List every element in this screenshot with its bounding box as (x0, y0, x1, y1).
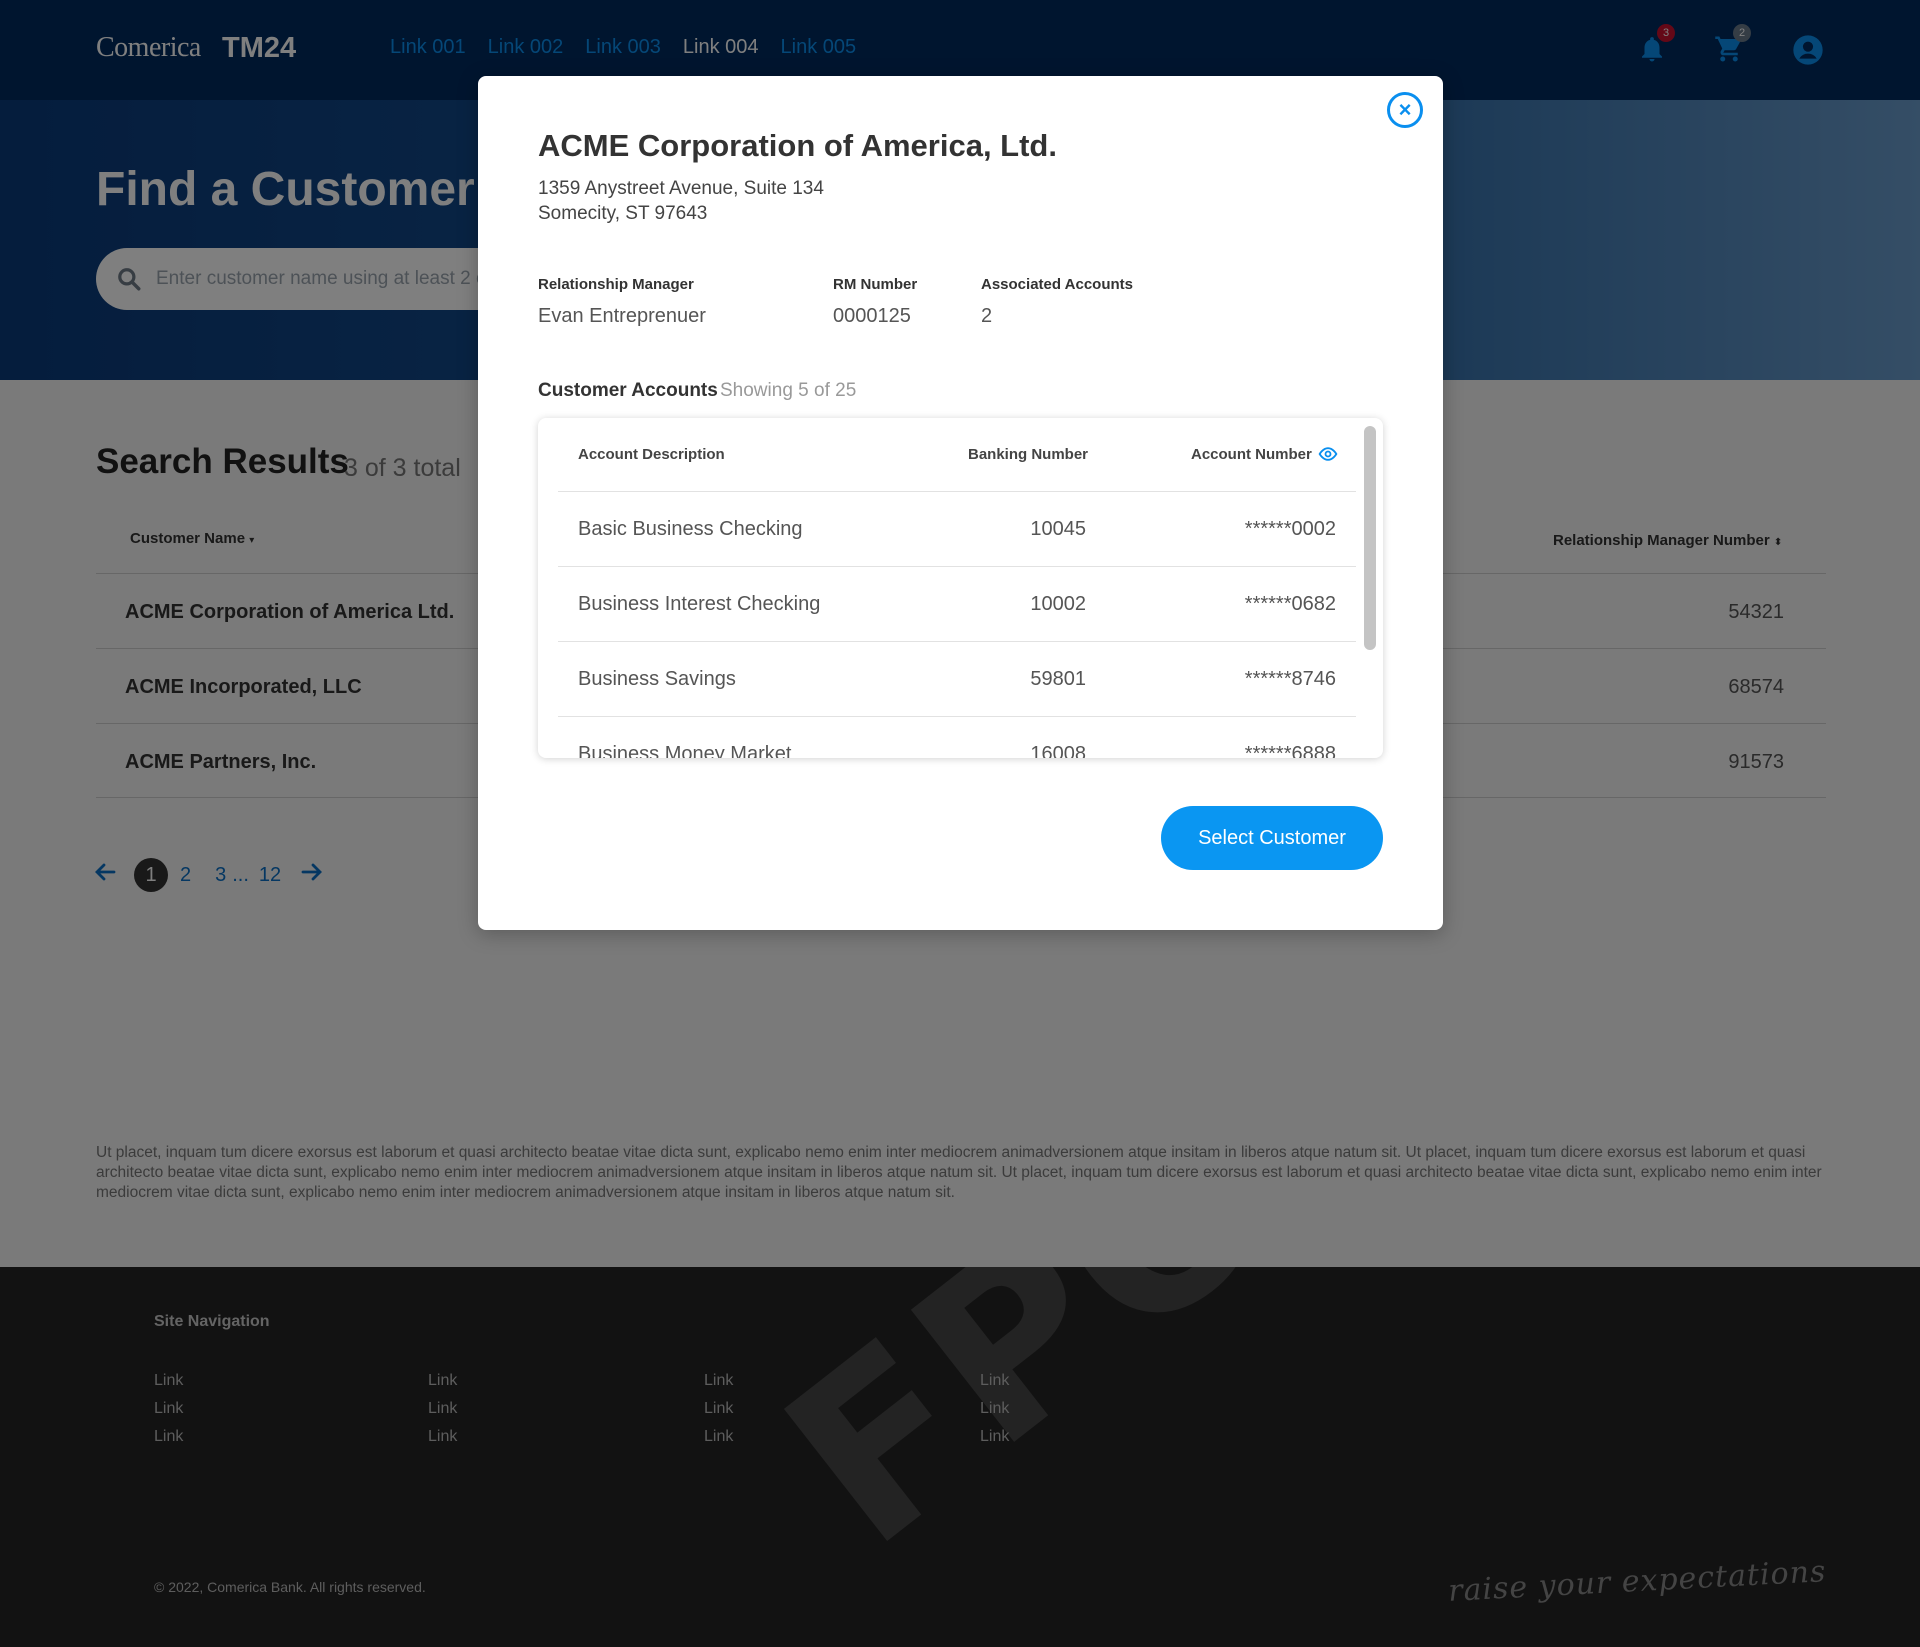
accounts-table-header: Account Description Banking Number Accou… (538, 418, 1383, 491)
rm-number-value: 0000125 (833, 305, 911, 327)
banking-number: 16008 (1030, 743, 1086, 758)
customer-detail-modal: × ACME Corporation of America, Ltd. 1359… (478, 76, 1443, 930)
select-customer-button[interactable]: Select Customer (1161, 806, 1383, 870)
associated-accounts-label: Associated Accounts (981, 276, 1133, 293)
customer-accounts-count: Showing 5 of 25 (720, 380, 857, 401)
banking-number: 59801 (1030, 668, 1086, 690)
address-line-1: 1359 Anystreet Avenue, Suite 134 (538, 178, 824, 199)
relationship-manager-value: Evan Entreprenuer (538, 305, 706, 327)
customer-accounts-title: Customer Accounts (538, 380, 718, 401)
associated-accounts-value: 2 (981, 305, 993, 327)
address-line-2: Somecity, ST 97643 (538, 203, 708, 224)
banking-number: 10002 (1030, 593, 1086, 615)
account-row[interactable]: Business Savings 59801 ******8746 (558, 641, 1356, 716)
account-description-header: Account Description (578, 446, 725, 463)
account-description: Business Interest Checking (578, 593, 821, 615)
account-row[interactable]: Basic Business Checking 10045 ******0002 (558, 491, 1356, 566)
accounts-scrollbar[interactable] (1364, 426, 1376, 650)
rm-number-label: RM Number (833, 276, 918, 293)
company-name: ACME Corporation of America, Ltd. (538, 128, 1057, 163)
account-number: ******8746 (1244, 668, 1336, 690)
account-row[interactable]: Business Interest Checking 10002 ******0… (558, 566, 1356, 641)
account-number: ******6888 (1244, 743, 1336, 758)
accounts-table[interactable]: Account Description Banking Number Accou… (538, 418, 1383, 758)
account-row[interactable]: Business Money Market 16008 ******6888 (558, 716, 1356, 758)
banking-number-header: Banking Number (968, 446, 1089, 463)
company-address: 1359 Anystreet Avenue, Suite 134 Somecit… (538, 176, 824, 226)
account-description: Basic Business Checking (578, 518, 803, 540)
show-eye-icon[interactable] (1318, 445, 1338, 468)
account-description: Business Savings (578, 668, 736, 690)
banking-number: 10045 (1030, 518, 1086, 540)
relationship-manager-label: Relationship Manager (538, 276, 694, 293)
account-description: Business Money Market (578, 743, 792, 758)
account-number-header: Account Number (1191, 446, 1312, 463)
account-number: ******0002 (1244, 518, 1336, 540)
account-number: ******0682 (1244, 593, 1336, 615)
close-icon[interactable]: × (1387, 92, 1423, 128)
